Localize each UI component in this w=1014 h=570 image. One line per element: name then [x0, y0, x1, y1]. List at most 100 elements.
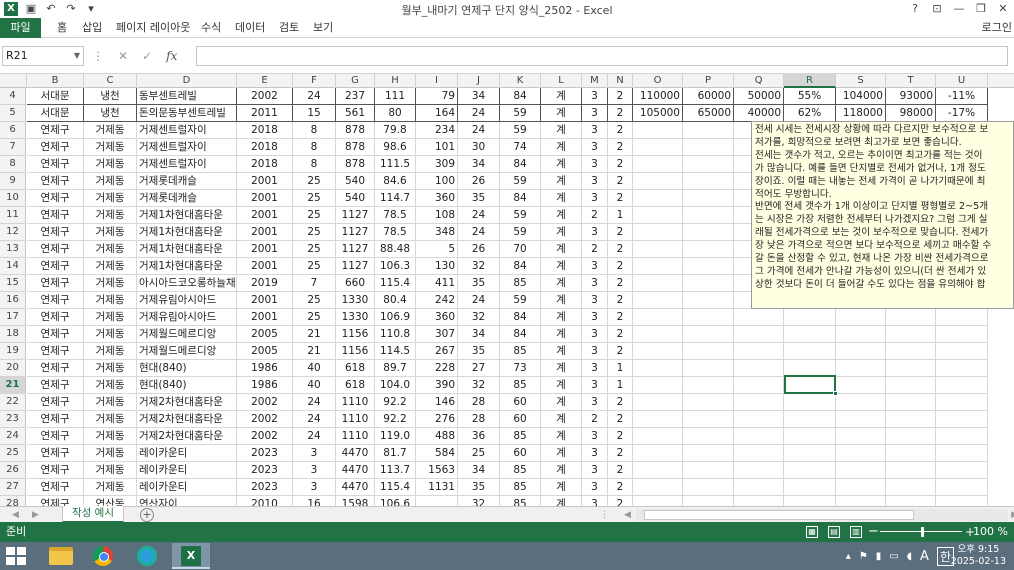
row-header[interactable]: 8	[0, 156, 26, 173]
cell-B20[interactable]: 연제구	[27, 360, 84, 377]
cell-U17[interactable]	[936, 309, 988, 326]
windows-start-icon[interactable]	[6, 547, 26, 565]
cell-J27[interactable]: 35	[458, 479, 500, 496]
cell-I10[interactable]: 360	[416, 190, 458, 207]
cell-H10[interactable]: 114.7	[375, 190, 416, 207]
cell-N10[interactable]: 2	[608, 190, 633, 207]
cell-R25[interactable]	[784, 445, 836, 462]
cell-L12[interactable]: 계	[541, 224, 582, 241]
cell-C16[interactable]: 거제동	[84, 292, 137, 309]
cell-E10[interactable]: 2001	[237, 190, 293, 207]
tray-expand-icon[interactable]: ▴	[846, 551, 851, 562]
cell-L22[interactable]: 계	[541, 394, 582, 411]
cell-C8[interactable]: 거제동	[84, 156, 137, 173]
column-header-H[interactable]: H	[375, 74, 416, 88]
cell-L8[interactable]: 계	[541, 156, 582, 173]
tab-file[interactable]: 파일	[0, 18, 41, 38]
cell-D7[interactable]: 거제센트럴자이	[137, 139, 237, 156]
cell-H22[interactable]: 92.2	[375, 394, 416, 411]
cell-D22[interactable]: 거제2차현대홈타운	[137, 394, 237, 411]
cell-J28[interactable]: 32	[458, 496, 500, 506]
cell-H8[interactable]: 111.5	[375, 156, 416, 173]
cell-T21[interactable]	[886, 377, 936, 394]
cell-I12[interactable]: 348	[416, 224, 458, 241]
cell-C7[interactable]: 거제동	[84, 139, 137, 156]
cell-G23[interactable]: 1110	[336, 411, 375, 428]
column-header-N[interactable]: N	[608, 74, 633, 88]
network-icon[interactable]: ▮	[876, 551, 882, 562]
cell-R18[interactable]	[784, 326, 836, 343]
cell-E22[interactable]: 2002	[237, 394, 293, 411]
cell-Q4[interactable]: 50000	[734, 88, 784, 105]
cell-D26[interactable]: 레이카운티	[137, 462, 237, 479]
cell-C5[interactable]: 냉천	[84, 105, 137, 122]
cell-L11[interactable]: 계	[541, 207, 582, 224]
cell-N5[interactable]: 2	[608, 105, 633, 122]
cell-U22[interactable]	[936, 394, 988, 411]
cell-F27[interactable]: 3	[293, 479, 336, 496]
cell-D28[interactable]: 연산자이	[137, 496, 237, 506]
cell-O25[interactable]	[633, 445, 683, 462]
cell-G18[interactable]: 1156	[336, 326, 375, 343]
cell-G24[interactable]: 1110	[336, 428, 375, 445]
column-header-I[interactable]: I	[416, 74, 458, 88]
cell-B18[interactable]: 연제구	[27, 326, 84, 343]
cell-F7[interactable]: 8	[293, 139, 336, 156]
cell-R26[interactable]	[784, 462, 836, 479]
cell-G4[interactable]: 237	[336, 88, 375, 105]
cell-L9[interactable]: 계	[541, 173, 582, 190]
cell-F14[interactable]: 25	[293, 258, 336, 275]
cell-N4[interactable]: 2	[608, 88, 633, 105]
cell-M16[interactable]: 3	[582, 292, 608, 309]
cell-F17[interactable]: 25	[293, 309, 336, 326]
cell-M24[interactable]: 3	[582, 428, 608, 445]
cell-O24[interactable]	[633, 428, 683, 445]
cell-E12[interactable]: 2001	[237, 224, 293, 241]
cell-E8[interactable]: 2018	[237, 156, 293, 173]
cell-T28[interactable]	[886, 496, 936, 506]
cell-E27[interactable]: 2023	[237, 479, 293, 496]
ime-mode[interactable]: A	[920, 549, 929, 564]
ribbon-tab-4[interactable]: 데이터	[235, 18, 265, 38]
cell-D15[interactable]: 아시아드코오롱하늘채	[137, 275, 237, 292]
cell-M7[interactable]: 3	[582, 139, 608, 156]
cell-M18[interactable]: 3	[582, 326, 608, 343]
cell-D5[interactable]: 돈의문동부센트레빌	[137, 105, 237, 122]
name-box[interactable]: R21 ▼	[2, 46, 84, 66]
login-link[interactable]: 로그인	[982, 18, 1012, 38]
cell-M12[interactable]: 3	[582, 224, 608, 241]
cell-Q19[interactable]	[734, 343, 784, 360]
cell-G15[interactable]: 660	[336, 275, 375, 292]
cell-H5[interactable]: 80	[375, 105, 416, 122]
cell-M11[interactable]: 2	[582, 207, 608, 224]
cell-L10[interactable]: 계	[541, 190, 582, 207]
cell-M8[interactable]: 3	[582, 156, 608, 173]
cell-L6[interactable]: 계	[541, 122, 582, 139]
column-header-T[interactable]: T	[886, 74, 936, 88]
cell-J15[interactable]: 35	[458, 275, 500, 292]
cell-D27[interactable]: 레이카운티	[137, 479, 237, 496]
cell-H6[interactable]: 79.8	[375, 122, 416, 139]
cell-B19[interactable]: 연제구	[27, 343, 84, 360]
cell-L25[interactable]: 계	[541, 445, 582, 462]
cell-G17[interactable]: 1330	[336, 309, 375, 326]
cell-D25[interactable]: 레이카운티	[137, 445, 237, 462]
cell-O27[interactable]	[633, 479, 683, 496]
cell-P11[interactable]	[683, 207, 734, 224]
cell-F13[interactable]: 25	[293, 241, 336, 258]
cell-G12[interactable]: 1127	[336, 224, 375, 241]
row-header[interactable]: 22	[0, 394, 26, 411]
cell-N13[interactable]: 2	[608, 241, 633, 258]
row-header[interactable]: 4	[0, 88, 26, 105]
cell-F25[interactable]: 3	[293, 445, 336, 462]
cell-O11[interactable]	[633, 207, 683, 224]
cell-P13[interactable]	[683, 241, 734, 258]
zoom-out-button[interactable]: −	[868, 522, 879, 542]
cell-R28[interactable]	[784, 496, 836, 506]
cell-U26[interactable]	[936, 462, 988, 479]
cell-I7[interactable]: 101	[416, 139, 458, 156]
cell-F4[interactable]: 24	[293, 88, 336, 105]
cell-K5[interactable]: 59	[500, 105, 541, 122]
cell-I9[interactable]: 100	[416, 173, 458, 190]
cell-U24[interactable]	[936, 428, 988, 445]
